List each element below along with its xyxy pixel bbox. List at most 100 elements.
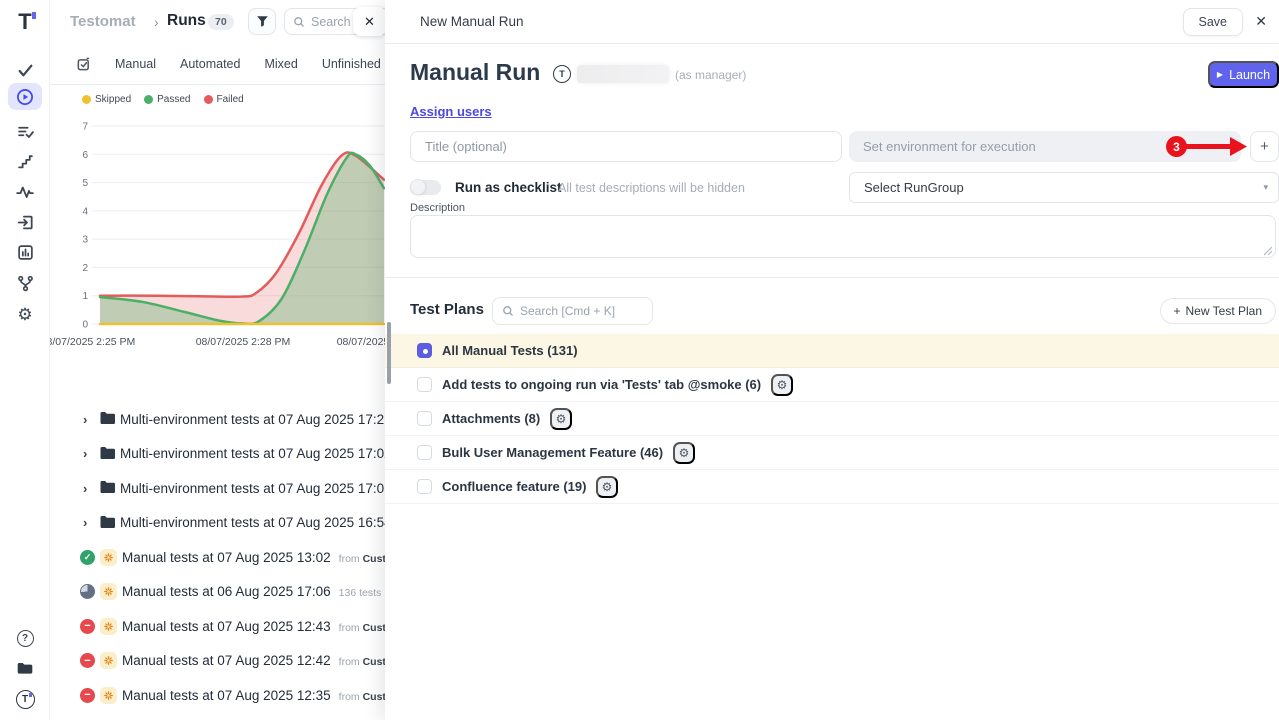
run-title: Manual tests at 06 Aug 2025 17:06136 tes… (122, 584, 381, 599)
rungroup-select[interactable]: Select RunGroup ▾ (849, 172, 1279, 203)
run-folder-row[interactable]: › Multi-environment tests at 07 Aug 2025 … (50, 402, 385, 437)
tab-automated[interactable]: Automated (180, 57, 240, 71)
run-title: Multi-environment tests at 07 Aug 2025 1… (120, 412, 385, 427)
breadcrumb-app[interactable]: Testomat (70, 13, 136, 30)
run-title-input[interactable] (410, 131, 842, 162)
test-plan-row[interactable]: Confluence feature (19) ⚙ (385, 470, 1279, 504)
legend-dot-icon (82, 95, 91, 104)
run-title: Manual tests at 07 Aug 2025 12:42from Cu… (122, 653, 385, 668)
drawer-title: New Manual Run (420, 14, 524, 29)
tab-manual[interactable]: Manual (115, 57, 156, 71)
chevron-right-icon[interactable]: › (83, 412, 87, 427)
gear-icon[interactable]: ⚙ (12, 301, 38, 327)
run-title: Manual tests at 07 Aug 2025 12:43from Cu… (122, 619, 385, 634)
run-source-label: from Custom (339, 691, 385, 703)
testomat-logo[interactable]: T (12, 9, 38, 35)
test-plan-row[interactable]: Add tests to ongoing run via 'Tests' tab… (385, 368, 1279, 402)
chart-legend: SkippedPassedFailed (82, 94, 244, 105)
checklist-hint: All test descriptions will be hidden (558, 181, 745, 195)
check-icon[interactable] (12, 57, 38, 83)
runs-tabs: Manual Automated Mixed Unfinished (50, 44, 385, 85)
test-plans-search[interactable] (492, 297, 653, 325)
runs-icon[interactable] (12, 84, 38, 110)
run-row[interactable]: − Manual tests at 07 Aug 2025 12:42from C… (50, 644, 385, 679)
filter-button[interactable] (248, 8, 276, 35)
manual-run-icon (100, 687, 117, 704)
run-source-label: from Custom (339, 622, 385, 634)
branch-icon[interactable] (12, 270, 38, 296)
run-row[interactable]: −Manual tests at 07 Aug 2025 12:35from C… (50, 678, 385, 713)
x-axis-tick-label: 08/07/2025 2:28 PM (196, 336, 291, 348)
legend-label: Failed (217, 94, 244, 105)
svg-text:3: 3 (82, 235, 88, 246)
drawer-header: New Manual Run Save ✕ (385, 0, 1279, 44)
breadcrumb-page[interactable]: Runs (167, 12, 206, 30)
manager-name-redacted (577, 65, 669, 83)
profile-avatar[interactable]: T (12, 686, 38, 712)
chevron-right-icon[interactable]: › (83, 481, 87, 496)
select-all-icon[interactable] (76, 57, 91, 72)
checklist-icon[interactable] (12, 118, 38, 144)
resize-handle-icon[interactable] (1263, 246, 1273, 256)
scrollbar-thumb[interactable] (387, 322, 391, 384)
status-failed-icon: − (80, 653, 95, 668)
test-plan-checkbox-checked[interactable] (417, 343, 432, 358)
test-plan-settings-gear-icon[interactable]: ⚙ (673, 442, 695, 464)
close-drawer-icon[interactable]: ✕ (1255, 13, 1267, 30)
test-plan-checkbox[interactable] (417, 445, 432, 460)
test-plan-checkbox[interactable] (417, 479, 432, 494)
svg-text:1: 1 (82, 291, 88, 302)
pulse-icon[interactable] (12, 179, 38, 205)
tab-mixed[interactable]: Mixed (264, 57, 297, 71)
import-icon[interactable] (12, 209, 38, 235)
test-plan-settings-gear-icon[interactable]: ⚙ (596, 476, 618, 498)
new-test-plan-button[interactable]: + New Test Plan (1160, 298, 1277, 324)
test-plan-checkbox[interactable] (417, 411, 432, 426)
status-failed-icon: − (80, 619, 95, 634)
play-icon: ▶ (1217, 70, 1223, 79)
status-passed-icon: ✓ (80, 550, 95, 565)
runs-list: › Multi-environment tests at 07 Aug 2025 … (50, 402, 385, 713)
folder-icon (100, 411, 116, 430)
run-row[interactable]: − Manual tests at 07 Aug 2025 12:43from C… (50, 609, 385, 644)
add-environment-button[interactable]: + (1250, 131, 1279, 162)
run-folder-row[interactable]: ›Multi-environment tests at 07 Aug 2025 … (50, 506, 385, 541)
assign-users-link[interactable]: Assign users (410, 104, 492, 119)
run-row[interactable]: ✓Manual tests at 07 Aug 2025 13:02from C… (50, 540, 385, 575)
test-plan-label: Confluence feature (19) (442, 479, 586, 494)
new-manual-run-drawer: New Manual Run Save ✕ Manual Run T (as m… (385, 0, 1279, 720)
test-plans-search-input[interactable] (520, 304, 630, 318)
run-folder-row[interactable]: ›Multi-environment tests at 07 Aug 2025 … (50, 437, 385, 472)
run-folder-row[interactable]: › Multi-environment tests at 07 Aug 2025 … (50, 471, 385, 506)
run-row[interactable]: Manual tests at 06 Aug 2025 17:06136 tes… (50, 575, 385, 610)
help-icon[interactable]: ? (12, 625, 38, 651)
status-in-progress-icon (80, 584, 95, 599)
chevron-right-icon[interactable]: › (83, 515, 87, 530)
test-plan-row[interactable]: All Manual Tests (131) (385, 334, 1279, 368)
close-search-button[interactable]: ✕ (353, 7, 385, 36)
projects-icon[interactable] (12, 655, 38, 681)
manager-avatar: T (553, 65, 571, 83)
description-textarea[interactable] (410, 215, 1276, 258)
svg-text:2: 2 (82, 263, 88, 274)
run-title: Multi-environment tests at 07 Aug 2025 1… (120, 481, 385, 496)
run-source-label: from Custom (339, 656, 385, 668)
svg-text:7: 7 (82, 122, 88, 133)
test-plan-row[interactable]: Attachments (8)⚙ (385, 402, 1279, 436)
launch-button[interactable]: ▶ Launch (1208, 61, 1279, 88)
tab-unfinished[interactable]: Unfinished (322, 57, 381, 71)
runs-panel: Testomat › Runs 70 ✕ Manual Automated Mi… (50, 0, 385, 720)
chevron-right-icon[interactable]: › (83, 446, 87, 461)
test-plan-settings-gear-icon[interactable]: ⚙ (550, 408, 572, 430)
run-title: Manual tests at 07 Aug 2025 12:35from Cu… (122, 688, 385, 703)
save-button[interactable]: Save (1183, 8, 1244, 36)
folder-icon (100, 515, 116, 534)
steps-icon[interactable] (12, 148, 38, 174)
svg-text:4: 4 (82, 206, 88, 217)
test-plan-settings-gear-icon[interactable]: ⚙ (771, 374, 793, 396)
legend-item: Passed (144, 94, 190, 105)
test-plan-row[interactable]: Bulk User Management Feature (46)⚙ (385, 436, 1279, 470)
analytics-icon[interactable] (12, 239, 38, 265)
test-plan-checkbox[interactable] (417, 377, 432, 392)
run-as-checklist-toggle[interactable] (410, 180, 441, 195)
